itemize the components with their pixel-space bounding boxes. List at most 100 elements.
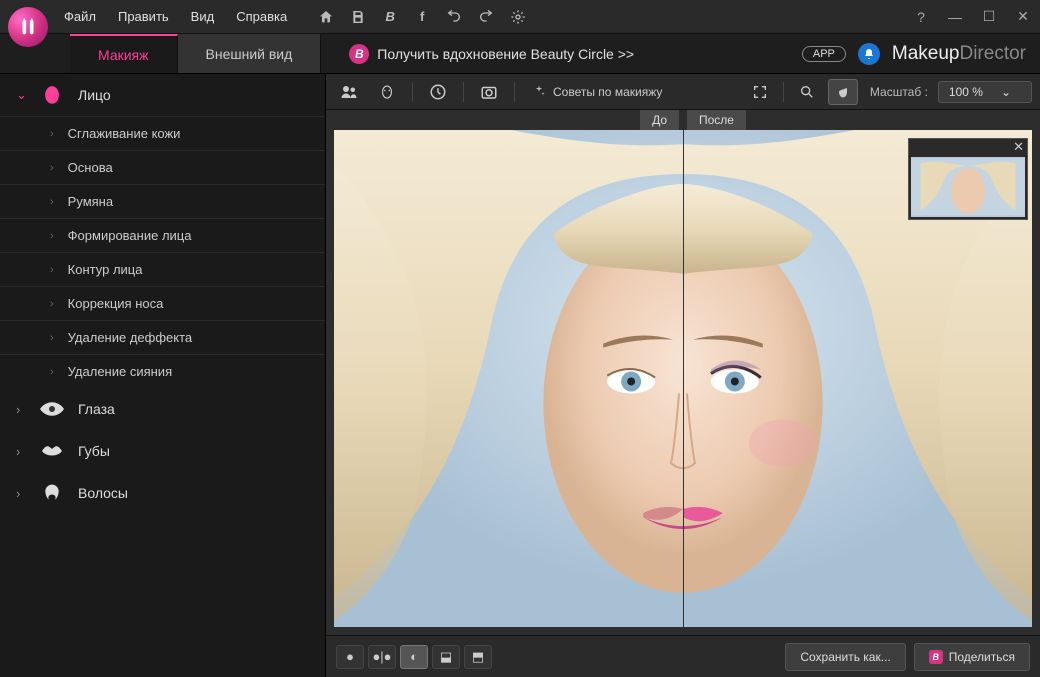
bottom-bar: ● ●|● ◐ ⬓ ⬒ Сохранить как... B Поделиться <box>326 635 1040 677</box>
before-label: До <box>640 110 679 130</box>
main-area: ⌄ Лицо ›Сглаживание кожи ›Основа ›Румяна… <box>0 74 1040 677</box>
tab-appearance[interactable]: Внешний вид <box>178 34 322 73</box>
sidebar-item-blush[interactable]: ›Румяна <box>0 184 325 218</box>
sidebar-item-skin-smoothing[interactable]: ›Сглаживание кожи <box>0 116 325 150</box>
chevron-right-icon: › <box>16 486 26 501</box>
separator <box>514 82 515 102</box>
subitem-label: Румяна <box>68 194 113 209</box>
navigator-thumbnail[interactable] <box>911 157 1025 217</box>
category-lips-label: Губы <box>78 443 110 459</box>
beauty-circle-icon: B <box>349 44 369 64</box>
menu-items: Файл Править Вид Справка <box>64 9 287 24</box>
sidebar-item-shine-removal[interactable]: › Удаление сияния <box>0 354 325 388</box>
view-mode-toggle: ● ●|● ◐ ⬓ ⬒ <box>336 645 492 669</box>
snapshot-icon[interactable] <box>474 79 504 105</box>
category-hair-label: Волосы <box>78 485 128 501</box>
subitem-label: Контур лица <box>68 262 143 277</box>
view-dual-dots-icon[interactable]: ●|● <box>368 645 396 669</box>
navigator-head: ✕ <box>909 139 1027 155</box>
eye-icon <box>40 400 64 418</box>
chevron-right-icon: › <box>50 128 54 140</box>
category-lips[interactable]: › Губы <box>0 430 325 472</box>
fullscreen-icon[interactable] <box>745 79 775 105</box>
chevron-right-icon: › <box>50 298 54 310</box>
view-split-vertical-icon[interactable]: ◐ <box>400 645 428 669</box>
face-detect-icon[interactable] <box>372 79 402 105</box>
save-as-button[interactable]: Сохранить как... <box>785 643 905 671</box>
sidebar: ⌄ Лицо ›Сглаживание кожи ›Основа ›Румяна… <box>0 74 325 677</box>
beauty-circle-label: Получить вдохновение Beauty Circle >> <box>377 46 634 62</box>
main-tabs: Макияж Внешний вид <box>70 34 321 73</box>
hand-tool-icon[interactable] <box>828 79 858 105</box>
redo-icon[interactable] <box>477 8 495 26</box>
subitem-label: Удаление сияния <box>68 364 172 379</box>
after-label: После <box>687 110 746 130</box>
category-face[interactable]: ⌄ Лицо <box>0 74 325 116</box>
beauty-icon[interactable]: B <box>381 8 399 26</box>
save-icon[interactable] <box>349 8 367 26</box>
undo-icon[interactable] <box>445 8 463 26</box>
settings-icon[interactable] <box>509 8 527 26</box>
menu-view[interactable]: Вид <box>191 9 215 24</box>
minimize-button[interactable]: — <box>946 8 964 26</box>
navigator-panel[interactable]: ✕ <box>908 138 1028 220</box>
subitem-label: Основа <box>68 160 113 175</box>
people-icon[interactable] <box>334 79 364 105</box>
beauty-circle-link[interactable]: B Получить вдохновение Beauty Circle >> <box>349 44 634 64</box>
tool-right: Масштаб : 100 %⌄ <box>745 79 1032 105</box>
tab-makeup[interactable]: Макияж <box>70 34 178 73</box>
sidebar-item-shaping[interactable]: ›Формирование лица <box>0 218 325 252</box>
advice-link[interactable]: Советы по макияжу <box>525 84 668 100</box>
chevron-down-icon: ⌄ <box>16 87 26 103</box>
category-eyes[interactable]: › Глаза <box>0 388 325 430</box>
tool-row: Советы по макияжу Масштаб : 100 %⌄ <box>326 74 1040 110</box>
app-logo <box>8 7 48 47</box>
close-button[interactable]: ✕ <box>1014 8 1032 26</box>
sidebar-item-foundation[interactable]: › Основа <box>0 150 325 184</box>
notification-icon[interactable] <box>858 43 880 65</box>
home-icon[interactable] <box>317 8 335 26</box>
chevron-right-icon: › <box>50 332 54 344</box>
sidebar-item-blemish[interactable]: › Удаление деффекта <box>0 320 325 354</box>
subitem-label: Удаление деффекта <box>68 330 192 345</box>
lips-icon <box>40 442 64 460</box>
view-single-icon[interactable]: ● <box>336 645 364 669</box>
menu-help[interactable]: Справка <box>236 9 287 24</box>
facebook-icon[interactable]: f <box>413 8 431 26</box>
chevron-right-icon: › <box>50 230 54 242</box>
zoom-value: 100 % <box>949 85 983 99</box>
close-icon[interactable]: ✕ <box>1013 140 1024 154</box>
share-button[interactable]: B Поделиться <box>914 643 1030 671</box>
sparkle-icon <box>531 84 547 100</box>
subitem-label: Коррекция носа <box>68 296 164 311</box>
chevron-right-icon: › <box>50 162 54 174</box>
share-icon: B <box>929 650 943 664</box>
share-label: Поделиться <box>949 650 1015 664</box>
history-icon[interactable] <box>423 79 453 105</box>
split-line[interactable] <box>683 130 684 627</box>
separator <box>463 82 464 102</box>
save-as-label: Сохранить как... <box>800 650 890 664</box>
view-split-horizontal-icon[interactable]: ⬓ <box>432 645 460 669</box>
sidebar-item-contour[interactable]: ›Контур лица <box>0 252 325 286</box>
image-viewer[interactable]: До После <box>326 110 1040 635</box>
maximize-button[interactable]: ☐ <box>980 8 998 26</box>
category-hair[interactable]: › Волосы <box>0 472 325 514</box>
category-eyes-label: Глаза <box>78 401 115 417</box>
toolbar-icons: B f <box>317 8 527 26</box>
chevron-right-icon: › <box>50 366 54 378</box>
chevron-down-icon: ⌄ <box>1001 85 1011 99</box>
zoom-select[interactable]: 100 % ⌄ <box>938 81 1032 103</box>
separator <box>412 82 413 102</box>
menu-file[interactable]: Файл <box>64 9 96 24</box>
view-split-alt-icon[interactable]: ⬒ <box>464 645 492 669</box>
subheader-right: APP MakeupDirector <box>802 43 1040 65</box>
face-icon <box>40 86 64 104</box>
help-button[interactable]: ? <box>912 8 930 26</box>
canvas-area: Советы по макияжу Масштаб : 100 %⌄ До По… <box>325 74 1040 677</box>
before-after-labels: До После <box>326 110 1040 132</box>
zoom-tool-icon[interactable] <box>792 79 822 105</box>
sidebar-item-nose[interactable]: › Коррекция носа <box>0 286 325 320</box>
menu-edit[interactable]: Править <box>118 9 169 24</box>
app-pill[interactable]: APP <box>802 46 846 62</box>
